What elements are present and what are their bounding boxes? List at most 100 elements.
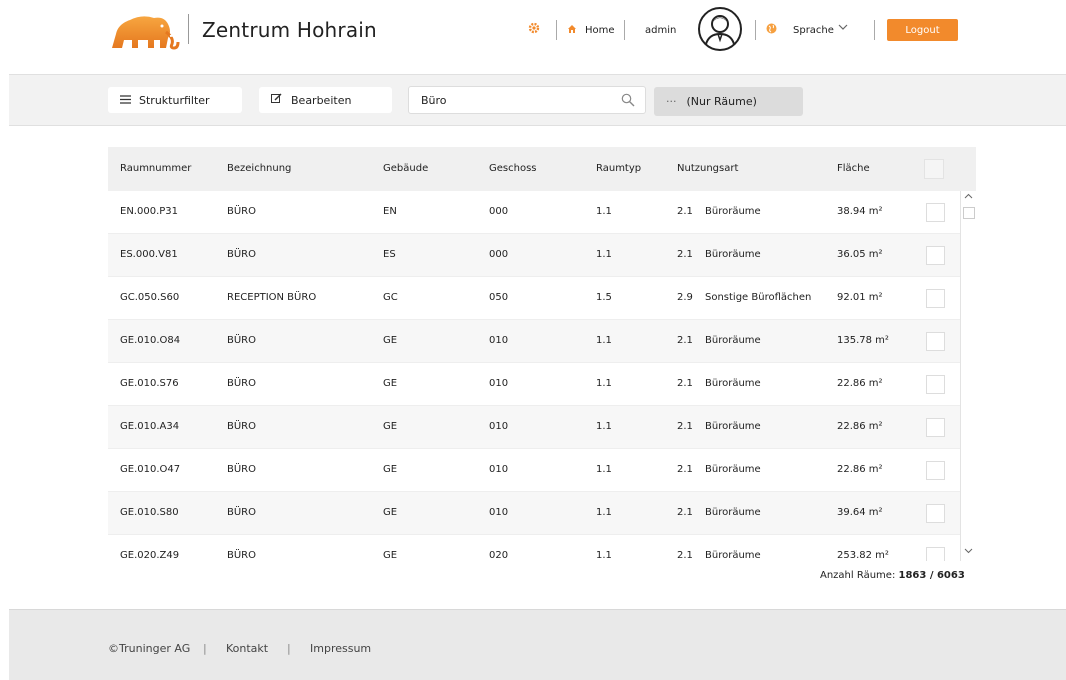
copyright: ©Truninger AG — [108, 642, 191, 655]
row-checkbox[interactable] — [926, 547, 945, 561]
filter-chip[interactable]: ··· (Nur Räume) — [654, 87, 803, 116]
cell-floor: 050 — [489, 292, 509, 303]
cell-usage-code: 2.1 — [677, 421, 693, 432]
column-header-floor[interactable]: Geschoss — [489, 163, 537, 174]
cell-room-type: 1.1 — [596, 206, 612, 217]
impressum-link[interactable]: Impressum — [310, 642, 371, 655]
table-row[interactable]: GE.020.Z49 BÜRO GE 020 1.1 2.1 Büroräume 253.82… — [108, 535, 960, 561]
table-row[interactable]: GE.010.A34 BÜRO GE 010 1.1 2.1 Büroräume 22.86 … — [108, 406, 960, 449]
cell-area: 36.05 m² — [837, 249, 883, 260]
row-checkbox[interactable] — [926, 246, 945, 265]
column-header-usage-type[interactable]: Nutzungsart — [677, 163, 738, 174]
search-box[interactable] — [408, 86, 646, 114]
cell-usage-type: Sonstige Büroflächen — [705, 292, 812, 303]
cell-designation: BÜRO — [227, 206, 256, 217]
column-header-building[interactable]: Gebäude — [383, 163, 428, 174]
cell-usage-code: 2.1 — [677, 507, 693, 518]
cell-room-number: GC.050.S60 — [120, 292, 180, 303]
contact-link[interactable]: Kontakt — [226, 642, 268, 655]
cell-usage-code: 2.1 — [677, 335, 693, 346]
edit-label: Bearbeiten — [291, 93, 352, 107]
cell-building: GE — [383, 335, 398, 346]
cell-floor: 000 — [489, 249, 509, 260]
cell-designation: BÜRO — [227, 507, 256, 518]
header: Zentrum Hohrain Home admin Sprache Logou… — [0, 0, 1066, 72]
cell-usage-code: 2.1 — [677, 249, 693, 260]
cell-building: EN — [383, 206, 397, 217]
globe-icon[interactable] — [766, 23, 777, 37]
home-icon[interactable] — [567, 24, 577, 37]
search-icon[interactable] — [621, 93, 635, 110]
column-header-designation[interactable]: Bezeichnung — [227, 163, 291, 174]
cell-room-number: GE.010.S80 — [120, 507, 179, 518]
avatar[interactable] — [697, 6, 743, 52]
cell-floor: 010 — [489, 335, 509, 346]
more-icon: ··· — [666, 95, 677, 108]
edit-button[interactable]: Bearbeiten — [259, 87, 392, 113]
logo-divider — [188, 14, 189, 44]
cell-area: 135.78 m² — [837, 335, 889, 346]
cell-area: 253.82 m² — [837, 550, 889, 561]
cell-designation: RECEPTION BÜRO — [227, 292, 317, 303]
footer-separator: | — [287, 642, 291, 655]
cell-usage-type: Büroräume — [705, 206, 761, 217]
structure-filter-button[interactable]: Strukturfilter — [108, 87, 242, 113]
cell-room-type: 1.5 — [596, 292, 612, 303]
row-checkbox[interactable] — [926, 504, 945, 523]
cell-room-number: GE.010.S76 — [120, 378, 179, 389]
scroll-up-icon[interactable] — [961, 193, 976, 205]
table-row[interactable]: GE.010.O84 BÜRO GE 010 1.1 2.1 Büroräume 135.78… — [108, 320, 960, 363]
mammoth-logo[interactable] — [108, 10, 188, 50]
table-row[interactable]: GE.010.S80 BÜRO GE 010 1.1 2.1 Büroräume 39.64 … — [108, 492, 960, 535]
table-row[interactable]: GC.050.S60 RECEPTION BÜRO GC 050 1.5 2.9 Sonst… — [108, 277, 960, 320]
logout-button[interactable]: Logout — [887, 19, 958, 41]
header-separator — [755, 20, 756, 40]
row-checkbox[interactable] — [926, 375, 945, 394]
cell-floor: 020 — [489, 550, 509, 561]
cell-designation: BÜRO — [227, 550, 256, 561]
table-row[interactable]: GE.010.S76 BÜRO GE 010 1.1 2.1 Büroräume 22.86 … — [108, 363, 960, 406]
row-checkbox[interactable] — [926, 203, 945, 222]
home-link[interactable]: Home — [585, 25, 615, 36]
gear-icon[interactable] — [528, 22, 540, 37]
search-input[interactable] — [421, 92, 611, 108]
table-row[interactable]: ES.000.V81 BÜRO ES 000 1.1 2.1 Büroräume 36.05 … — [108, 234, 960, 277]
column-header-room-type[interactable]: Raumtyp — [596, 163, 641, 174]
cell-room-type: 1.1 — [596, 249, 612, 260]
chevron-down-icon[interactable] — [838, 23, 848, 34]
table-row[interactable]: EN.000.P31 BÜRO EN 000 1.1 2.1 Büroräume 38.94 … — [108, 191, 960, 234]
filter-chip-label: (Nur Räume) — [686, 95, 757, 108]
header-separator — [874, 20, 875, 40]
edit-icon — [271, 93, 282, 107]
table-row[interactable]: GE.010.O47 BÜRO GE 010 1.1 2.1 Büroräume 22.86 … — [108, 449, 960, 492]
cell-building: GE — [383, 550, 398, 561]
cell-usage-code: 2.1 — [677, 206, 693, 217]
row-checkbox[interactable] — [926, 418, 945, 437]
footer-separator: | — [203, 642, 207, 655]
scrollbar-thumb[interactable] — [963, 207, 975, 219]
cell-building: GE — [383, 507, 398, 518]
cell-room-type: 1.1 — [596, 464, 612, 475]
cell-designation: BÜRO — [227, 464, 256, 475]
cell-room-type: 1.1 — [596, 507, 612, 518]
cell-building: ES — [383, 249, 396, 260]
language-selector[interactable]: Sprache — [793, 25, 834, 36]
select-all-checkbox[interactable] — [924, 159, 944, 179]
room-count-label: Anzahl Räume: — [820, 570, 896, 581]
cell-building: GE — [383, 421, 398, 432]
cell-room-type: 1.1 — [596, 550, 612, 561]
column-header-area[interactable]: Fläche — [837, 163, 870, 174]
table-scrollbar[interactable] — [960, 191, 976, 561]
cell-usage-type: Büroräume — [705, 249, 761, 260]
column-header-room-number[interactable]: Raumnummer — [120, 163, 191, 174]
cell-room-type: 1.1 — [596, 378, 612, 389]
cell-floor: 000 — [489, 206, 509, 217]
cell-area: 22.86 m² — [837, 421, 883, 432]
header-separator — [624, 20, 625, 40]
cell-usage-type: Büroräume — [705, 421, 761, 432]
row-checkbox[interactable] — [926, 461, 945, 480]
cell-room-number: EN.000.P31 — [120, 206, 178, 217]
row-checkbox[interactable] — [926, 332, 945, 351]
row-checkbox[interactable] — [926, 289, 945, 308]
scroll-down-icon[interactable] — [961, 547, 976, 559]
